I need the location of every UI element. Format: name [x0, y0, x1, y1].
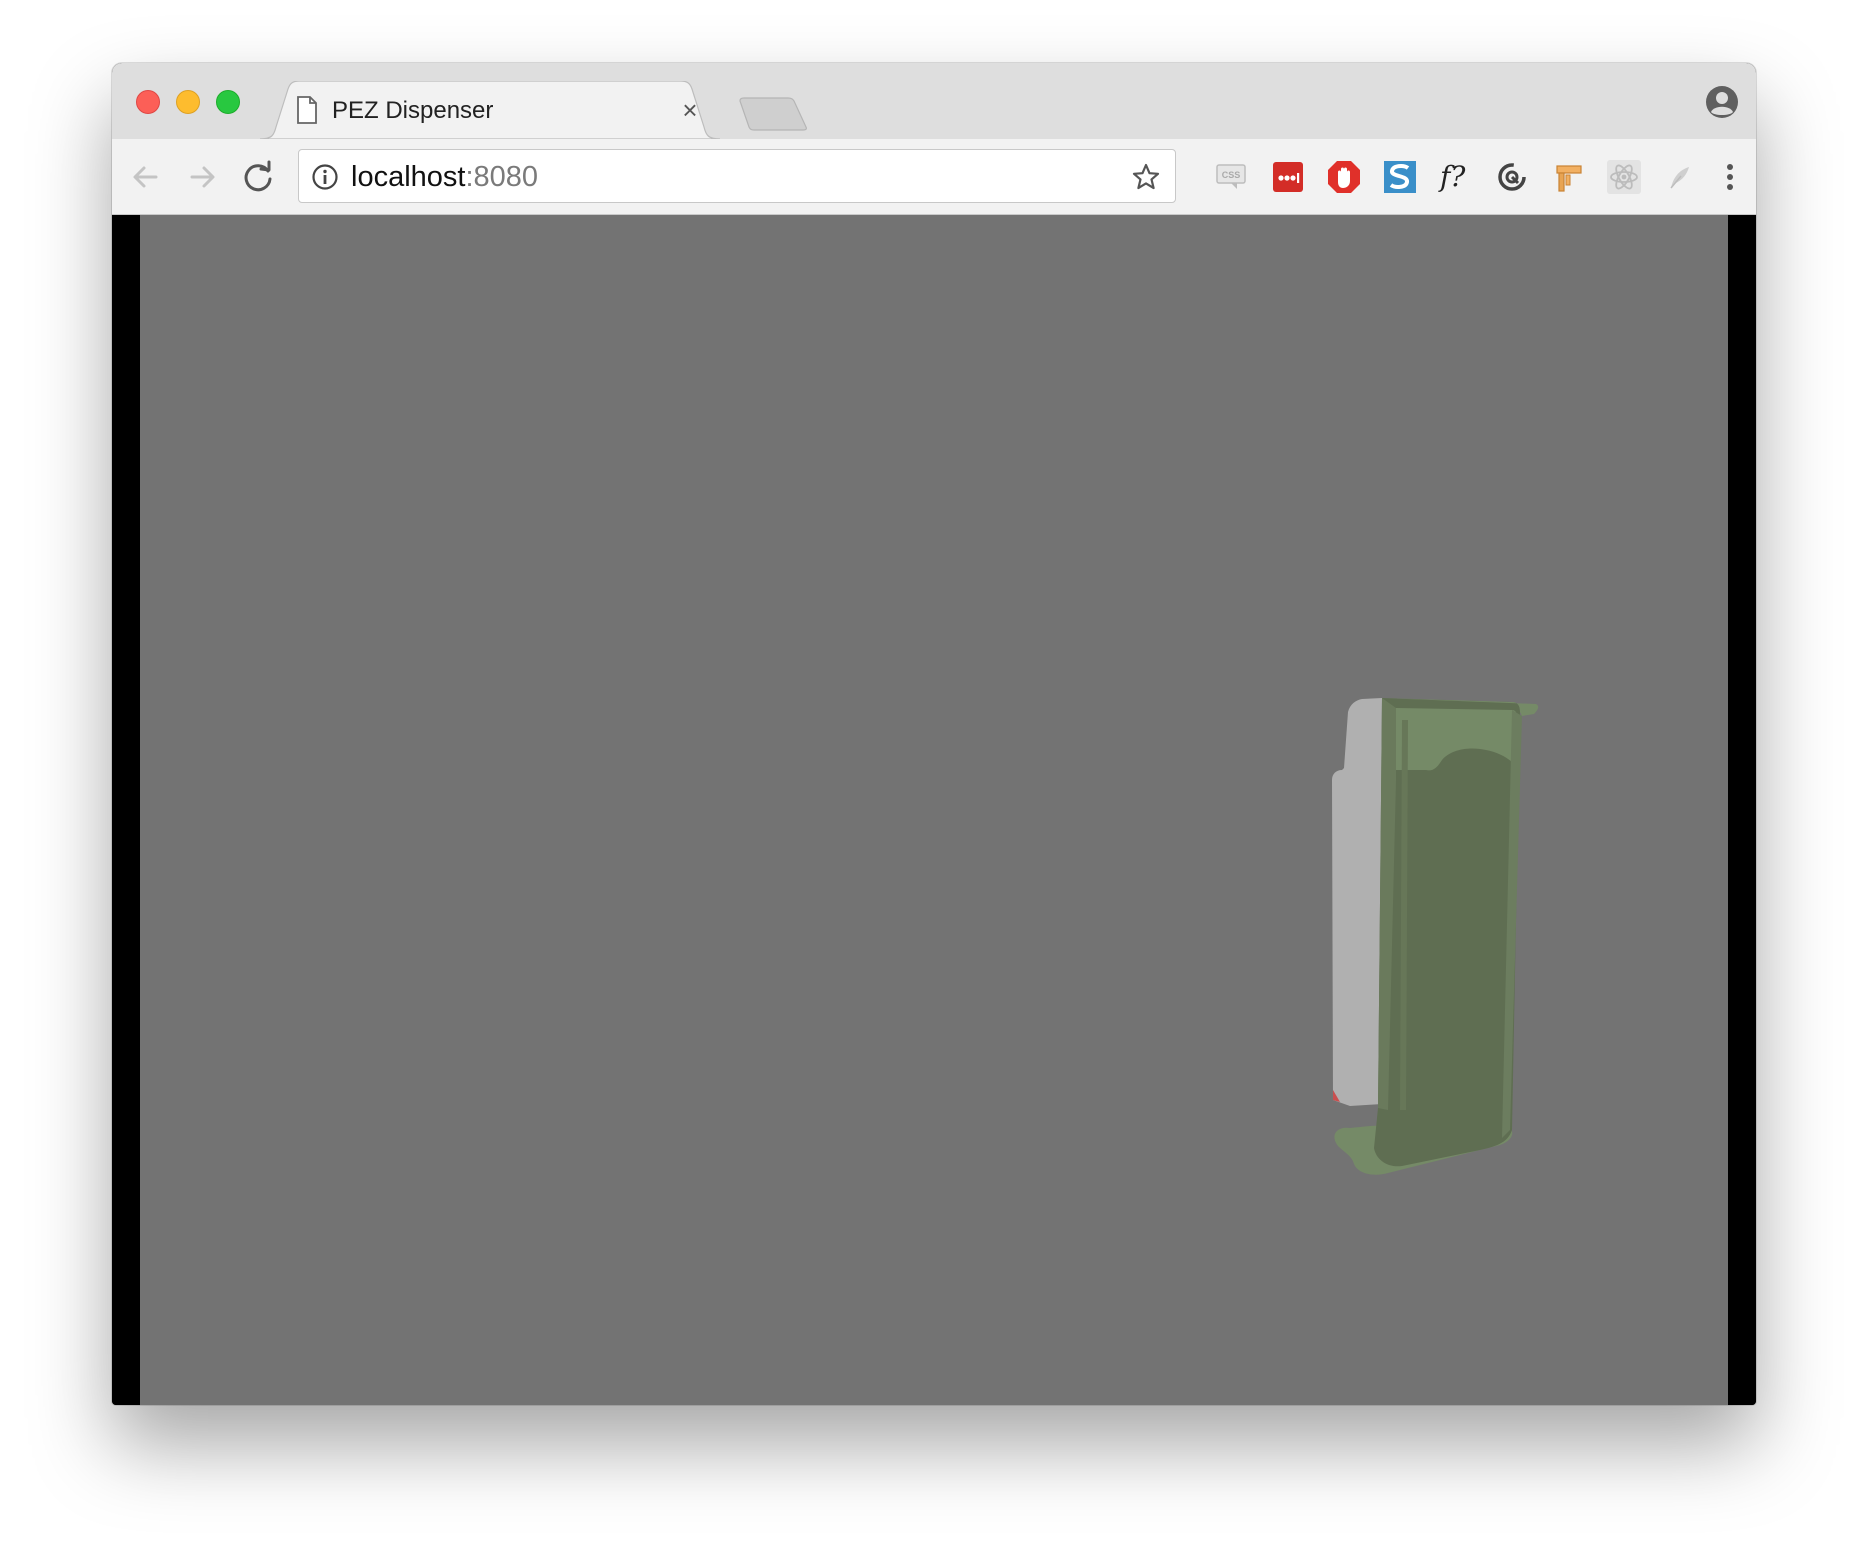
browser-window: PEZ Dispenser × localhost:8080 CSS f? [112, 63, 1756, 1405]
new-tab-button[interactable] [738, 97, 808, 131]
bookmark-star-icon[interactable] [1131, 162, 1161, 192]
profile-icon[interactable] [1705, 85, 1739, 119]
document-icon [297, 96, 317, 124]
refresh-extension-icon[interactable] [1492, 157, 1532, 197]
font-finder-icon[interactable]: f? [1436, 157, 1476, 197]
lastpass-icon[interactable] [1268, 157, 1308, 197]
more-menu-icon[interactable] [1710, 157, 1750, 197]
reload-icon[interactable] [238, 157, 278, 197]
site-info-icon[interactable] [311, 163, 339, 191]
window-maximize-button[interactable] [216, 90, 240, 114]
react-devtools-icon[interactable] [1604, 157, 1644, 197]
bookmark-flag-icon[interactable] [1548, 157, 1588, 197]
back-arrow-icon[interactable] [126, 157, 166, 197]
adblock-icon[interactable] [1324, 157, 1364, 197]
url-text[interactable]: localhost:8080 [351, 161, 538, 193]
url-host: localhost [351, 161, 466, 193]
window-minimize-button[interactable] [176, 90, 200, 114]
page-content [112, 215, 1756, 1405]
pez-dispenser-model [1332, 698, 1539, 1175]
window-close-button[interactable] [136, 90, 160, 114]
webgl-canvas[interactable] [140, 215, 1728, 1405]
feather-icon[interactable] [1660, 157, 1700, 197]
s-extension-icon[interactable] [1380, 157, 1420, 197]
forward-arrow-icon[interactable] [182, 157, 222, 197]
svg-text:f?: f? [1438, 160, 1466, 193]
tab-close-button[interactable]: × [676, 96, 704, 124]
css-viewer-icon[interactable]: CSS [1212, 157, 1252, 197]
toolbar: localhost:8080 CSS f? [112, 139, 1756, 215]
tab-pez-dispenser[interactable]: PEZ Dispenser × [260, 81, 720, 139]
url-port: :8080 [465, 161, 539, 193]
svg-text:CSS: CSS [1222, 170, 1241, 180]
address-bar[interactable]: localhost:8080 [298, 149, 1176, 203]
tab-strip: PEZ Dispenser × [112, 63, 1756, 139]
tab-title: PEZ Dispenser [332, 97, 494, 124]
